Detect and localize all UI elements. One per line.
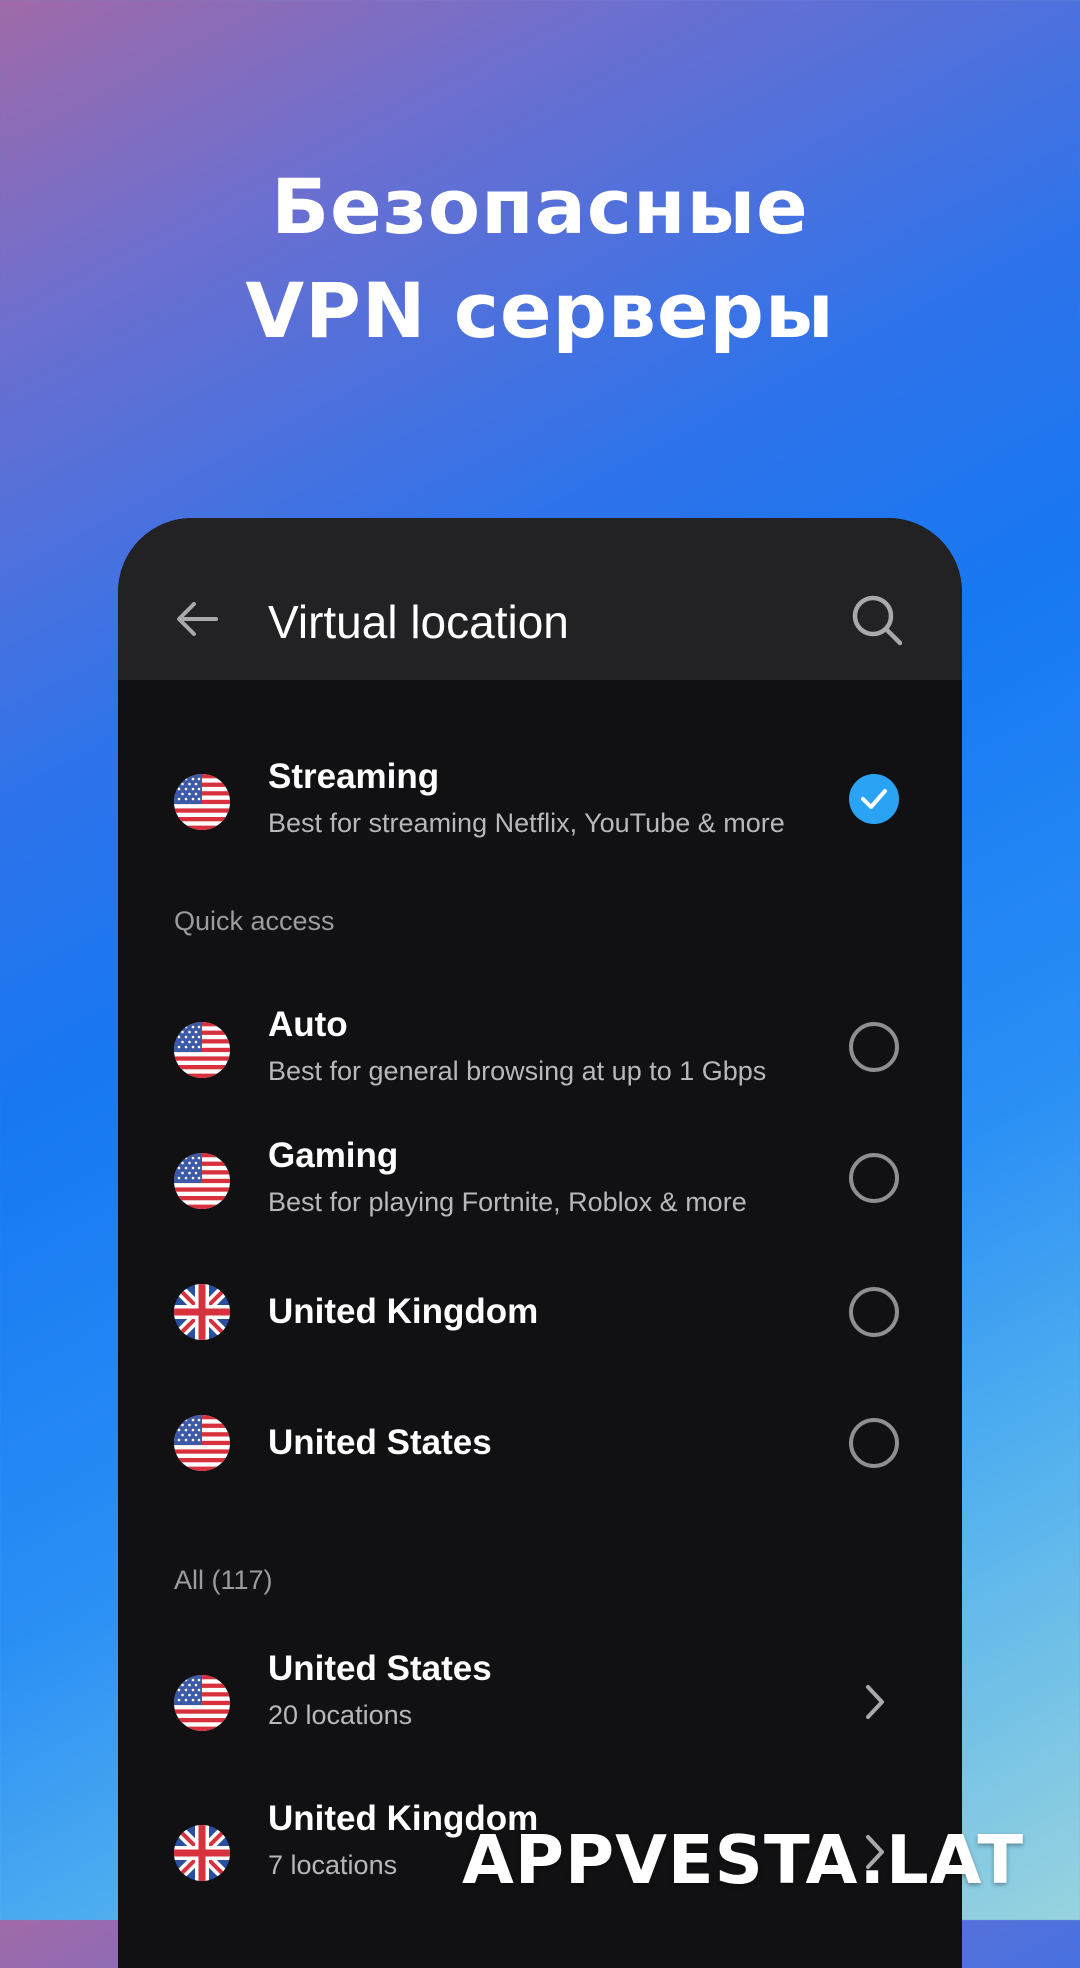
headline-line-1: Безопасные	[271, 162, 809, 251]
toolbar: Virtual location	[118, 518, 962, 680]
radio-button[interactable]	[849, 1022, 899, 1072]
location-title: United States	[268, 1423, 492, 1462]
location-title: Streaming	[268, 757, 440, 796]
us-flag-icon	[174, 1415, 230, 1471]
us-flag-icon	[174, 774, 230, 830]
selected-check-icon[interactable]	[849, 774, 899, 824]
country-subtitle: 7 locations	[268, 1850, 398, 1880]
uk-flag-icon	[174, 1284, 230, 1340]
location-row-auto[interactable]: Auto Best for general browsing at up to …	[118, 1000, 962, 1100]
headline-line-2: VPN серверы	[245, 266, 835, 355]
location-subtitle: Best for streaming Netflix, YouTube & mo…	[268, 808, 785, 838]
radio-button[interactable]	[849, 1287, 899, 1337]
location-title: Auto	[268, 1005, 348, 1044]
location-row-gaming[interactable]: Gaming Best for playing Fortnite, Roblox…	[118, 1131, 962, 1231]
chevron-right-icon	[866, 1685, 884, 1719]
section-label-all: All (117)	[174, 1565, 273, 1595]
location-row-streaming[interactable]: Streaming Best for streaming Netflix, Yo…	[118, 752, 962, 852]
location-title: United Kingdom	[268, 1292, 539, 1331]
location-subtitle: Best for general browsing at up to 1 Gbp…	[268, 1056, 767, 1086]
radio-button[interactable]	[849, 1418, 899, 1468]
arrow-left-icon[interactable]	[172, 594, 222, 644]
location-row-united-states[interactable]: United States	[118, 1393, 962, 1493]
country-row-united-states[interactable]: United States 20 locations	[118, 1648, 962, 1758]
watermark: APPVESTA.LAT	[462, 1821, 1025, 1899]
country-title: United States	[268, 1649, 492, 1688]
radio-button[interactable]	[849, 1153, 899, 1203]
search-icon[interactable]	[850, 593, 904, 647]
location-subtitle: Best for playing Fortnite, Roblox & more	[268, 1187, 747, 1217]
page-title: Virtual location	[268, 596, 569, 648]
location-row-united-kingdom[interactable]: United Kingdom	[118, 1262, 962, 1362]
location-title: Gaming	[268, 1136, 399, 1175]
country-subtitle: 20 locations	[268, 1700, 413, 1730]
us-flag-icon	[174, 1022, 230, 1078]
uk-flag-icon	[174, 1825, 230, 1881]
section-label-quick-access: Quick access	[174, 906, 335, 936]
us-flag-icon	[174, 1153, 230, 1209]
promo-headline: Безопасные VPN серверы	[0, 155, 1080, 363]
us-flag-icon	[174, 1675, 230, 1731]
phone-screen: Virtual location Streaming Best for stre…	[118, 518, 962, 1968]
